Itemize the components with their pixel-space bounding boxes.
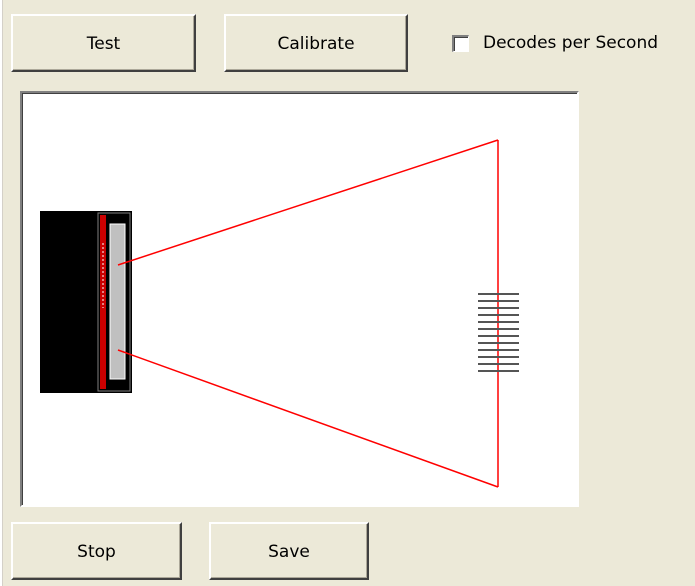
save-button-label: Save bbox=[268, 542, 310, 562]
calibrate-button-label: Calibrate bbox=[277, 34, 355, 54]
decodes-per-second-checkbox[interactable]: Decodes per Second bbox=[452, 33, 658, 53]
barcode-scanner-icon bbox=[40, 211, 132, 393]
scanner-diagram bbox=[40, 139, 519, 488]
decodes-per-second-label: Decodes per Second bbox=[483, 33, 659, 53]
test-button[interactable]: Test bbox=[11, 14, 196, 72]
field-of-view-lines bbox=[117, 139, 499, 488]
stop-button-label: Stop bbox=[77, 542, 116, 562]
save-button[interactable]: Save bbox=[209, 522, 369, 580]
calibrate-button[interactable]: Calibrate bbox=[224, 14, 408, 72]
test-button-label: Test bbox=[86, 34, 121, 54]
stop-button[interactable]: Stop bbox=[11, 522, 182, 580]
scanner-preview-panel bbox=[20, 91, 579, 507]
window-edge bbox=[0, 0, 3, 586]
decodes-per-second-checkbox-box[interactable] bbox=[452, 34, 469, 52]
